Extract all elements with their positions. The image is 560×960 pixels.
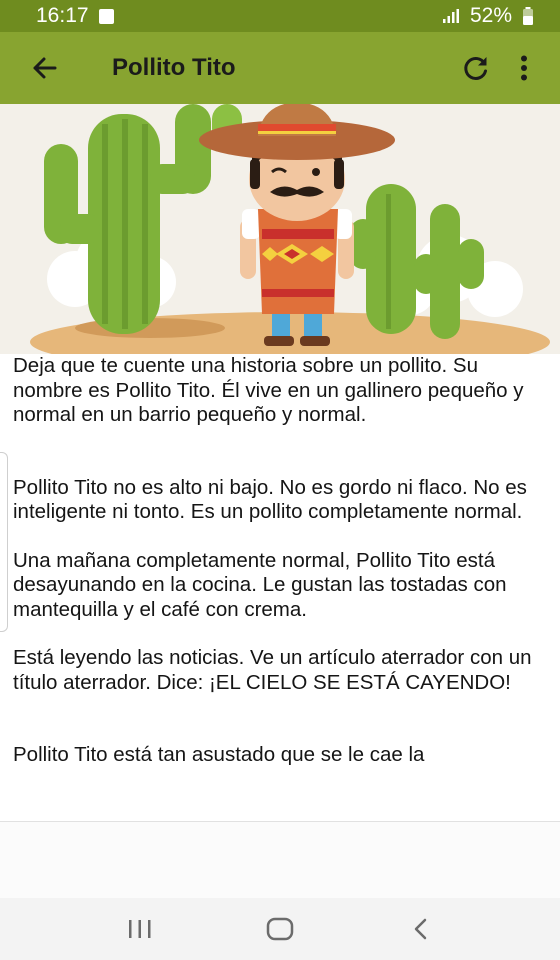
system-back-button[interactable] — [390, 904, 450, 954]
back-icon — [414, 918, 427, 940]
story-paragraph: Deja que te cuente una historia sobre un… — [13, 354, 524, 426]
recent-apps-button[interactable] — [110, 904, 170, 954]
status-bar: 16:17 52% — [0, 0, 560, 32]
refresh-button[interactable] — [452, 40, 500, 96]
battery-percent: 52% — [469, 4, 512, 27]
more-vert-icon — [521, 55, 527, 81]
story-text: Deja que te cuente una historia sobre un… — [0, 354, 560, 821]
back-button[interactable] — [14, 38, 74, 98]
story-paragraph: Pollito Tito no es alto ni bajo. No es g… — [13, 475, 527, 524]
edge-panel-handle[interactable] — [0, 452, 8, 632]
bottom-blank-area — [0, 822, 560, 898]
system-navigation-bar — [0, 898, 560, 960]
refresh-icon — [464, 56, 487, 80]
story-paragraph: Pollito Tito está tan asustado que se le… — [13, 743, 425, 766]
back-arrow-icon — [33, 57, 57, 79]
home-button[interactable] — [250, 904, 310, 954]
cactus-right — [350, 184, 484, 339]
story-paragraph: Una mañana completamente normal, Pollito… — [13, 548, 507, 621]
home-icon — [266, 917, 294, 941]
app-toolbar: Pollito Tito — [0, 32, 560, 104]
status-time: 16:17 — [36, 4, 89, 27]
more-options-button[interactable] — [500, 40, 548, 96]
signal-icon — [442, 9, 459, 23]
recent-apps-icon — [129, 920, 151, 938]
notification-icon — [98, 8, 114, 24]
page-title: Pollito Tito — [112, 54, 236, 81]
battery-icon — [523, 7, 533, 25]
story-illustration — [0, 104, 560, 354]
story-paragraph: Está leyendo las noticias. Ve un artícul… — [13, 646, 532, 694]
